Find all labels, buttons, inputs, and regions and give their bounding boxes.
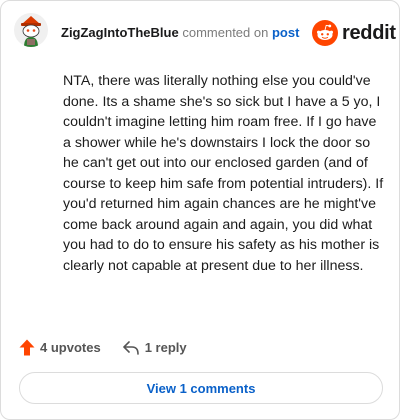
avatar[interactable] — [14, 13, 48, 47]
reply-arrow-icon[interactable] — [122, 340, 139, 355]
upvote-count[interactable]: 4 upvotes — [40, 340, 101, 355]
comment-actions: 4 upvotes 1 reply — [19, 339, 187, 356]
comment-header: ZigZagIntoTheBlue commented on post — [61, 25, 299, 40]
post-link[interactable]: post — [272, 25, 299, 40]
comment-card: ZigZagIntoTheBlue commented on post redd… — [0, 0, 400, 420]
upvote-arrow-icon[interactable] — [19, 339, 35, 356]
comment-body: NTA, there was literally nothing else yo… — [63, 73, 384, 274]
snoo-avatar-icon — [14, 13, 48, 47]
commented-on-text: commented on — [182, 25, 269, 40]
view-comments-button[interactable]: View 1 comments — [19, 372, 383, 404]
reddit-logo-icon — [312, 20, 338, 46]
reddit-wordmark: reddit — [342, 21, 396, 44]
username-link[interactable]: ZigZagIntoTheBlue — [61, 25, 179, 40]
reply-count[interactable]: 1 reply — [145, 340, 187, 355]
reddit-logo[interactable]: reddit — [312, 20, 396, 46]
